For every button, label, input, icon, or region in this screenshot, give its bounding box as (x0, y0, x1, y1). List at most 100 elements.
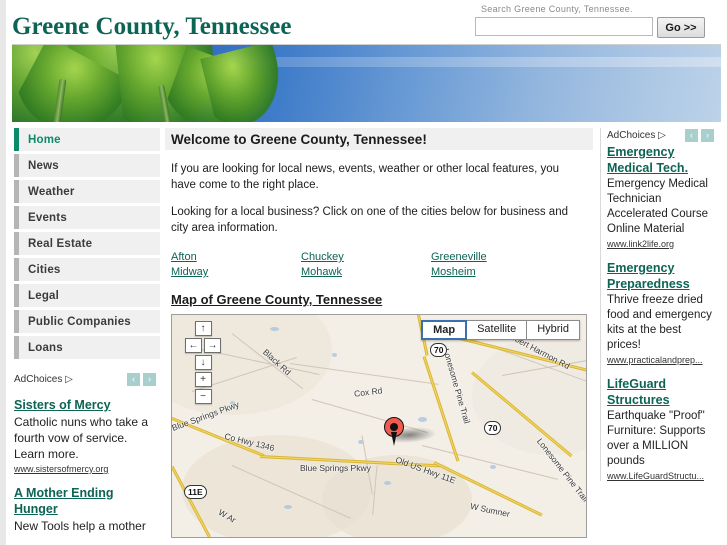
left-adchoices-header: AdChoices ▷ ‹ › (14, 372, 160, 386)
map-pan-right-icon[interactable]: → (204, 338, 221, 353)
ad-title-link[interactable]: Emergency Medical Tech. (607, 144, 718, 176)
sidebar-item-label: Real Estate (28, 237, 93, 250)
map-zoom-in-icon[interactable]: + (194, 372, 212, 387)
sidebar-item-cities[interactable]: Cities (14, 258, 160, 281)
ad-description: New Tools help a mother (14, 519, 146, 533)
page-root: Greene County, Tennessee Search Greene C… (0, 0, 727, 545)
map-marker[interactable] (384, 417, 404, 446)
map-zoom-out-row: − (181, 389, 225, 404)
map-road-label: Lonesome Pine Trail (441, 347, 473, 425)
ad-title-link[interactable]: Sisters of Mercy (14, 397, 160, 413)
map-zoom-in-row: + (181, 372, 225, 387)
palm-frond-icon (200, 45, 290, 122)
map-canvas[interactable]: Black Rd Cox Rd Robert Harmon Rd Lonesom… (171, 314, 587, 538)
city-link-greeneville[interactable]: Greeneville (431, 251, 587, 263)
page-title: Welcome to Greene County, Tennessee! (165, 128, 593, 150)
ad-url-link[interactable]: www.LifeGuardStructu... (607, 471, 718, 481)
city-link-midway[interactable]: Midway (171, 266, 301, 278)
right-ad-item: Emergency Medical Tech. Emergency Medica… (607, 144, 718, 249)
map-pan-up-icon[interactable]: ↑ (194, 321, 212, 336)
highway-shield-70: 70 (430, 343, 448, 357)
sidebar-item-label: Weather (28, 185, 75, 198)
sidebar-item-label: Loans (28, 341, 63, 354)
left-ad-arrows: ‹ › (127, 372, 160, 386)
adchoices-triangle-icon: ▷ (65, 373, 73, 385)
sidebar-item-news[interactable]: News (14, 154, 160, 177)
search-area: Search Greene County, Tennessee. Go >> (475, 4, 721, 38)
ad-description: Earthquake "Proof" Furniture: Supports o… (607, 410, 706, 467)
map-type-selector: Map Satellite Hybrid (421, 320, 580, 340)
sidebar-item-label: Public Companies (28, 315, 131, 328)
map-pan-up-row: ↑ (181, 321, 225, 336)
map-type-satellite[interactable]: Satellite (467, 320, 528, 340)
sidebar-item-loans[interactable]: Loans (14, 336, 160, 359)
map-type-hybrid[interactable]: Hybrid (527, 320, 580, 340)
map-zoom-out-icon[interactable]: − (194, 389, 212, 404)
body-columns: Home News Weather Events Real Estate Cit… (6, 128, 727, 539)
map-marker-tip-icon (391, 432, 397, 446)
sidebar-item-weather[interactable]: Weather (14, 180, 160, 203)
ad-description: Emergency Medical Technician Accelerated… (607, 178, 708, 235)
map-water (284, 505, 292, 509)
ad-url-link[interactable]: www.practicalandprep... (607, 355, 718, 365)
intro-paragraph-1: If you are looking for local news, event… (171, 163, 560, 191)
ad-url-link[interactable]: www.link2life.org (607, 239, 718, 249)
adchoices-triangle-icon: ▷ (658, 129, 666, 141)
adchoices-label[interactable]: AdChoices ▷ (14, 374, 73, 385)
search-label: Search Greene County, Tennessee. (481, 4, 633, 14)
sidebar-item-public-companies[interactable]: Public Companies (14, 310, 160, 333)
intro-paragraph-2: Looking for a local business? Click on o… (171, 206, 568, 234)
city-link-mohawk[interactable]: Mohawk (301, 266, 431, 278)
sidebar-item-label: Cities (28, 263, 61, 276)
ad-prev-arrow-icon[interactable]: ‹ (685, 128, 698, 142)
sidebar-item-legal[interactable]: Legal (14, 284, 160, 307)
right-ad-arrows: ‹ › (685, 128, 718, 142)
main-content: Welcome to Greene County, Tennessee! If … (160, 128, 597, 538)
left-ad-item: Sisters of Mercy Catholic nuns who take … (14, 397, 160, 474)
left-ad-item: A Mother Ending Hunger New Tools help a … (14, 485, 160, 534)
adchoices-text: AdChoices (607, 129, 656, 141)
search-input[interactable] (475, 17, 653, 36)
sidebar-item-label: News (28, 159, 59, 172)
city-link-mosheim[interactable]: Mosheim (431, 266, 587, 278)
ad-title-link[interactable]: LifeGuard Structures (607, 376, 718, 408)
map-pan-left-icon[interactable]: ← (185, 338, 202, 353)
adchoices-label[interactable]: AdChoices ▷ (607, 130, 666, 141)
ad-prev-arrow-icon[interactable]: ‹ (127, 372, 140, 386)
right-sidebar: AdChoices ▷ ‹ › Emergency Medical Tech. … (600, 128, 718, 481)
map-marker-dot-icon (390, 423, 398, 431)
site-title: Greene County, Tennessee (12, 13, 292, 40)
city-link-chuckey[interactable]: Chuckey (301, 251, 431, 263)
map-pan-down-row: ↓ (181, 355, 225, 370)
right-ad-item: Emergency Preparedness Thrive freeze dri… (607, 260, 718, 365)
map-water (418, 417, 427, 422)
site-header: Greene County, Tennessee Search Greene C… (6, 0, 727, 44)
sidebar-item-real-estate[interactable]: Real Estate (14, 232, 160, 255)
map-water (490, 465, 496, 469)
search-go-button[interactable]: Go >> (657, 17, 705, 38)
ad-title-link[interactable]: A Mother Ending Hunger (14, 485, 160, 517)
ad-title-link[interactable]: Emergency Preparedness (607, 260, 718, 292)
city-link-afton[interactable]: Afton (171, 251, 301, 263)
search-row: Go >> (475, 17, 721, 38)
map-road-label: Cox Rd (353, 385, 383, 399)
right-adchoices-header: AdChoices ▷ ‹ › (607, 128, 718, 142)
ad-url-link[interactable]: www.sistersofmercy.org (14, 464, 160, 474)
sidebar-item-home[interactable]: Home (14, 128, 160, 151)
cities-link-grid: Afton Chuckey Greeneville Midway Mohawk … (171, 251, 587, 278)
banner-image (12, 44, 721, 122)
map-water (270, 327, 279, 331)
highway-shield-70: 70 (484, 421, 502, 435)
map-pan-horizontal-row: ← → (181, 338, 225, 353)
ad-next-arrow-icon[interactable]: › (701, 128, 714, 142)
ad-next-arrow-icon[interactable]: › (143, 372, 156, 386)
map-pan-down-icon[interactable]: ↓ (194, 355, 212, 370)
right-ad-item: LifeGuard Structures Earthquake "Proof" … (607, 376, 718, 481)
sidebar-item-events[interactable]: Events (14, 206, 160, 229)
ad-description: Thrive freeze dried food and emergency k… (607, 294, 712, 351)
map-road-label: W Sumner (469, 500, 511, 520)
ad-description: Catholic nuns who take a fourth vow of s… (14, 415, 149, 461)
map-type-map[interactable]: Map (421, 320, 468, 340)
highway-shield-11e: 11E (184, 485, 207, 499)
map-section-heading: Map of Greene County, Tennessee (171, 292, 383, 307)
